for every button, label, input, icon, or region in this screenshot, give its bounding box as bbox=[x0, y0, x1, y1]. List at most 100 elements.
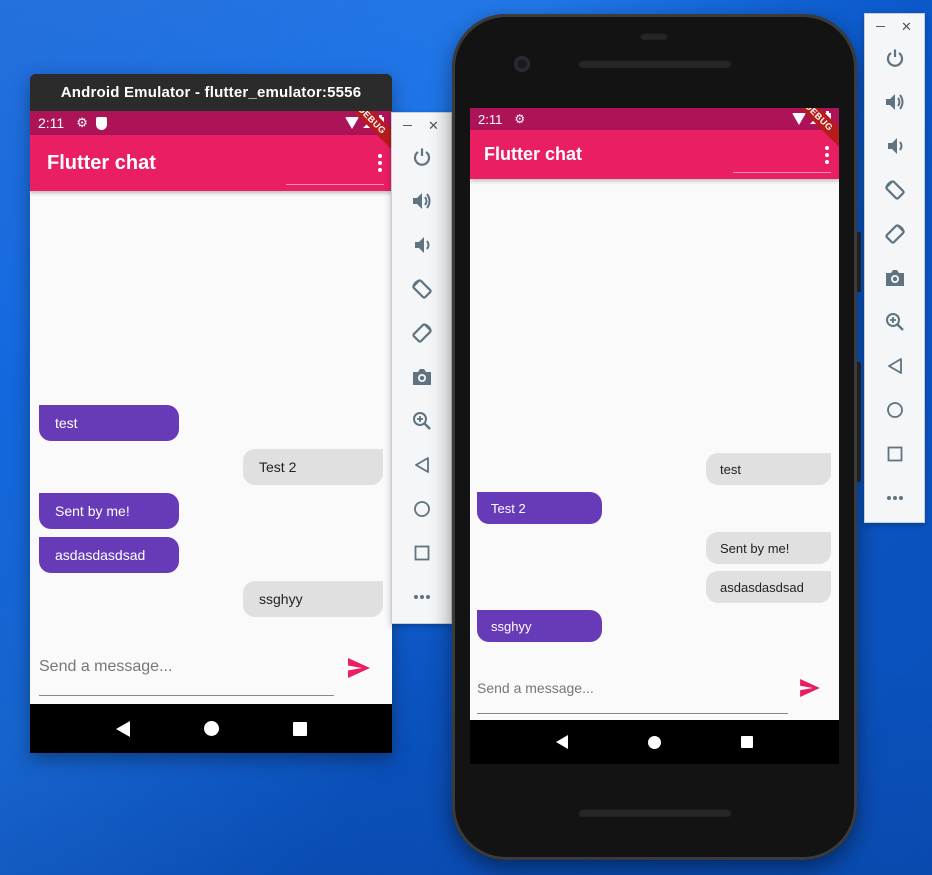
message-bubble: ssghyy bbox=[243, 581, 383, 617]
home-icon bbox=[886, 401, 904, 419]
home-icon bbox=[413, 500, 431, 518]
rotate-left-button[interactable] bbox=[865, 175, 924, 205]
send-icon[interactable] bbox=[800, 679, 820, 697]
input-underline bbox=[39, 695, 334, 696]
volume-down-icon bbox=[412, 235, 432, 255]
message-composer: Send a message... bbox=[30, 646, 392, 704]
nav-home-icon[interactable] bbox=[648, 735, 661, 749]
close-button[interactable]: ✕ bbox=[428, 119, 439, 132]
emulator-toolbar: ✕ bbox=[864, 13, 925, 523]
volume-up-button[interactable] bbox=[865, 87, 924, 117]
app-bar: Flutter chat bbox=[470, 130, 839, 179]
nav-back-icon[interactable] bbox=[556, 735, 568, 749]
wifi-icon bbox=[792, 113, 806, 125]
front-camera bbox=[514, 56, 530, 72]
overflow-menu-icon[interactable] bbox=[825, 145, 829, 164]
bottom-speaker bbox=[578, 808, 732, 817]
message-bubble: Sent by me! bbox=[39, 493, 179, 529]
power-icon bbox=[412, 147, 432, 167]
back-icon bbox=[414, 456, 430, 474]
home-button[interactable] bbox=[392, 494, 451, 524]
emulator-toolbar: ✕ bbox=[391, 112, 452, 624]
rotate-right-button[interactable] bbox=[392, 318, 451, 348]
zoom-icon bbox=[885, 312, 905, 332]
more-button[interactable] bbox=[392, 582, 451, 612]
volume-up-button[interactable] bbox=[392, 186, 451, 216]
message-bubble: test bbox=[706, 453, 831, 485]
overview-icon bbox=[414, 545, 430, 561]
status-time: 2:11 bbox=[38, 115, 65, 131]
shield-status-icon bbox=[95, 116, 107, 130]
volume-up-icon bbox=[884, 92, 906, 112]
rotate-left-button[interactable] bbox=[392, 274, 451, 304]
back-button[interactable] bbox=[392, 450, 451, 480]
navigation-bar bbox=[30, 704, 392, 753]
message-input[interactable]: Send a message... bbox=[477, 680, 594, 696]
home-button[interactable] bbox=[865, 395, 924, 425]
rotate-right-icon bbox=[884, 223, 906, 245]
message-input[interactable]: Send a message... bbox=[39, 658, 172, 676]
input-underline bbox=[477, 713, 788, 714]
app-bar-divider bbox=[286, 184, 384, 185]
window-title: Android Emulator - flutter_emulator:5556 bbox=[30, 74, 392, 111]
top-speaker bbox=[578, 59, 732, 68]
power-button[interactable] bbox=[865, 43, 924, 73]
message-bubble: test bbox=[39, 405, 179, 441]
camera-icon bbox=[412, 368, 432, 386]
sensor bbox=[640, 32, 668, 40]
app-title: Flutter chat bbox=[47, 151, 156, 174]
status-bar: 2:11 ⚙ bbox=[470, 108, 839, 130]
overview-icon bbox=[887, 446, 903, 462]
nav-home-icon[interactable] bbox=[203, 721, 219, 736]
app-title: Flutter chat bbox=[484, 144, 583, 164]
message-bubble: asdasdasdsad bbox=[39, 537, 179, 573]
minimize-button[interactable] bbox=[403, 125, 412, 126]
power-icon bbox=[885, 48, 905, 68]
overflow-menu-icon[interactable] bbox=[378, 154, 382, 172]
settings-status-icon: ⚙ bbox=[514, 112, 526, 126]
back-icon bbox=[887, 357, 903, 375]
zoom-button[interactable] bbox=[392, 406, 451, 436]
rotate-right-button[interactable] bbox=[865, 219, 924, 249]
overview-button[interactable] bbox=[865, 439, 924, 469]
device-screen: 2:11 ⚙ Flutter chat DEBUG test Test 2 Se… bbox=[470, 108, 839, 720]
wifi-icon bbox=[345, 117, 359, 129]
volume-down-icon bbox=[885, 136, 905, 156]
emulator-window: Android Emulator - flutter_emulator:5556… bbox=[30, 74, 392, 753]
volume-down-button[interactable] bbox=[865, 131, 924, 161]
overview-button[interactable] bbox=[392, 538, 451, 568]
rotate-left-icon bbox=[884, 179, 906, 201]
send-icon[interactable] bbox=[348, 658, 370, 678]
more-button[interactable] bbox=[865, 483, 924, 513]
navigation-bar bbox=[470, 720, 839, 764]
device-screen: 2:11 ⚙ Flutter chat DEBUG test Test 2 Se… bbox=[30, 111, 392, 704]
settings-status-icon: ⚙ bbox=[76, 115, 88, 130]
camera-button[interactable] bbox=[865, 263, 924, 293]
camera-button[interactable] bbox=[392, 362, 451, 392]
nav-recents-icon[interactable] bbox=[741, 736, 753, 748]
volume-up-icon bbox=[411, 191, 433, 211]
message-bubble: asdasdasdsad bbox=[706, 571, 831, 603]
nav-back-icon[interactable] bbox=[115, 720, 130, 737]
minimize-button[interactable] bbox=[876, 26, 885, 27]
volume-down-button[interactable] bbox=[392, 230, 451, 260]
power-button[interactable] bbox=[392, 142, 451, 172]
nav-recents-icon[interactable] bbox=[292, 721, 307, 736]
more-icon bbox=[886, 495, 904, 501]
app-bar: Flutter chat bbox=[30, 135, 392, 191]
rotate-left-icon bbox=[411, 278, 433, 300]
message-composer: Send a message... bbox=[470, 668, 839, 720]
message-bubble: Test 2 bbox=[477, 492, 602, 524]
zoom-button[interactable] bbox=[865, 307, 924, 337]
status-bar: 2:11 ⚙ bbox=[30, 111, 392, 135]
back-button[interactable] bbox=[865, 351, 924, 381]
close-button[interactable]: ✕ bbox=[901, 20, 912, 33]
status-time: 2:11 bbox=[478, 111, 503, 127]
message-bubble: Sent by me! bbox=[706, 532, 831, 564]
app-bar-divider bbox=[733, 172, 831, 173]
message-bubble: Test 2 bbox=[243, 449, 383, 485]
message-bubble: ssghyy bbox=[477, 610, 602, 642]
zoom-icon bbox=[412, 411, 432, 431]
more-icon bbox=[413, 594, 431, 600]
rotate-right-icon bbox=[411, 322, 433, 344]
